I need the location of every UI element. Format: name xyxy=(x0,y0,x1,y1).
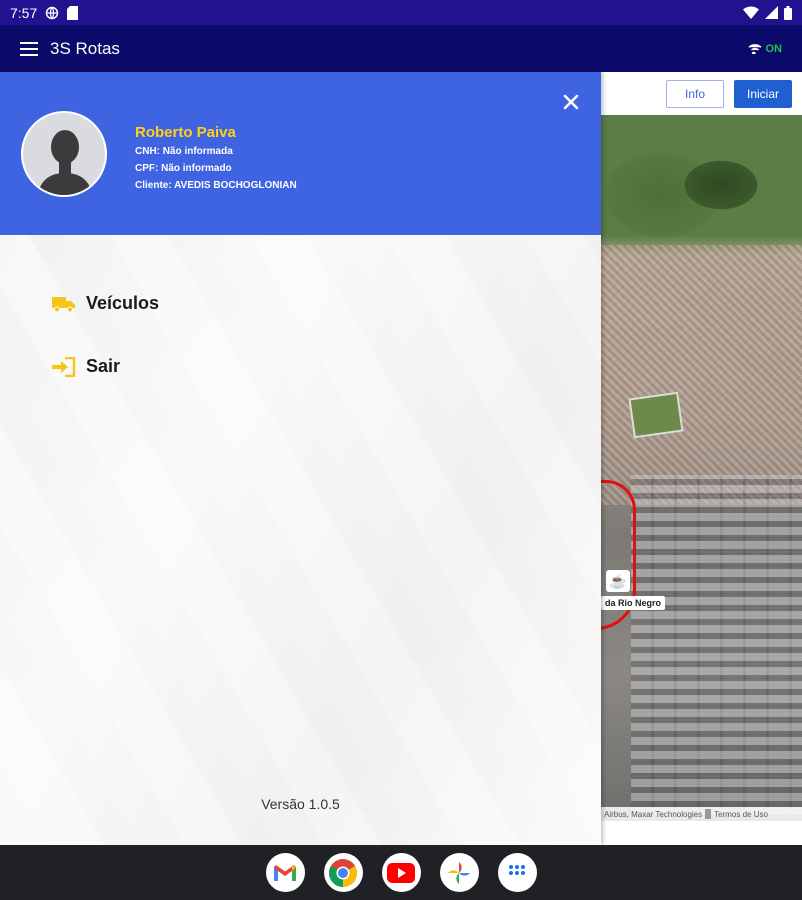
map-sports-field xyxy=(628,391,684,439)
cafe-marker-icon[interactable]: ☕ xyxy=(606,570,630,592)
photos-app-icon[interactable] xyxy=(439,853,479,892)
profile-cnh: CNH: Não informada xyxy=(135,146,233,157)
youtube-app-icon[interactable] xyxy=(381,853,421,892)
avatar xyxy=(21,111,107,197)
profile-client: Cliente: AVEDIS BOCHOGLONIAN xyxy=(135,180,297,191)
sd-card-icon xyxy=(67,5,79,20)
user-silhouette-icon xyxy=(37,130,93,195)
profile-info: Roberto Paiva CNH: Não informada CPF: Nã… xyxy=(135,124,297,197)
connection-status: ON xyxy=(765,42,783,55)
app-bar: 3S Rotas ON xyxy=(0,25,802,72)
map-terms-link[interactable]: Termos de Uso xyxy=(711,810,771,819)
globe-icon xyxy=(46,6,59,19)
map-panel: Info Iniciar ☕ da Rio Negro Airbus, Maxa… xyxy=(601,72,802,845)
status-time: 7:57 xyxy=(10,4,38,21)
map-credit-imagery: Airbus, Maxar Technologies xyxy=(604,809,703,819)
hamburger-menu-icon[interactable] xyxy=(20,41,38,56)
profile-cpf: CPF: Não informado xyxy=(135,163,232,174)
profile-name: Roberto Paiva xyxy=(135,124,236,141)
app-drawer-icon[interactable] xyxy=(497,853,537,892)
drawer-header: Roberto Paiva CNH: Não informada CPF: Nã… xyxy=(0,72,601,235)
map-toolbar: Info Iniciar xyxy=(601,72,802,115)
wifi-icon xyxy=(748,44,761,54)
truck-icon xyxy=(52,294,76,314)
poi-label: da Rio Negro xyxy=(601,596,666,610)
battery-icon xyxy=(784,5,792,20)
signal-icon xyxy=(765,6,778,19)
close-icon xyxy=(563,94,579,110)
gmail-app-icon[interactable] xyxy=(265,853,305,892)
chrome-app-icon[interactable] xyxy=(323,853,363,892)
app-title: 3S Rotas xyxy=(50,38,120,58)
info-button[interactable]: Info xyxy=(666,79,724,108)
menu-item-label: Veículos xyxy=(86,293,160,313)
close-drawer-button[interactable] xyxy=(560,92,582,114)
status-bar: 7:57 xyxy=(0,0,802,25)
logout-icon xyxy=(52,356,76,377)
satellite-map[interactable]: ☕ da Rio Negro xyxy=(601,115,802,821)
menu-item-vehicles[interactable]: Veículos xyxy=(52,293,159,314)
navigation-drawer: Roberto Paiva CNH: Não informada CPF: Nã… xyxy=(0,72,601,845)
system-dock xyxy=(0,845,802,900)
map-residential-area xyxy=(601,245,802,505)
connection-indicator: ON xyxy=(748,42,783,55)
start-button[interactable]: Iniciar xyxy=(734,79,792,108)
menu-item-logout[interactable]: Sair xyxy=(52,356,120,377)
menu-item-label: Sair xyxy=(86,356,121,376)
map-industrial-area xyxy=(631,475,802,815)
app-version: Versão 1.0.5 xyxy=(261,796,340,812)
map-attribution: Airbus, Maxar Technologies Termos de Uso xyxy=(601,807,802,821)
wifi-icon xyxy=(743,6,759,19)
